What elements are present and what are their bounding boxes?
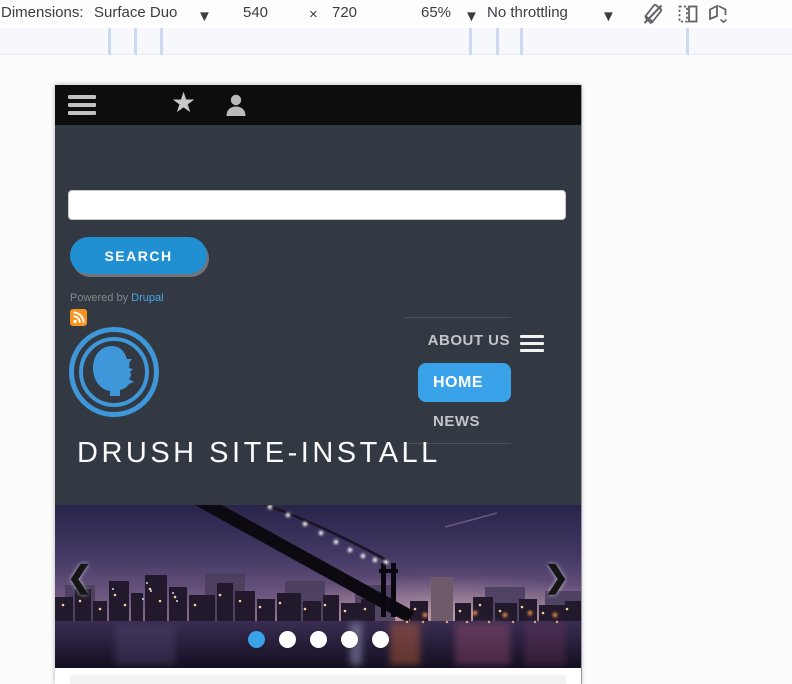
viewport-height-field[interactable]: 720 (332, 4, 357, 21)
content-block (70, 675, 566, 684)
image-carousel: ❮ ❯ (55, 505, 581, 668)
media-query-mark (160, 28, 163, 55)
nav-item-label: ABOUT US (427, 332, 510, 349)
search-button[interactable]: SEARCH (70, 237, 207, 274)
dimensions-label: Dimensions: (1, 4, 84, 21)
admin-menu-icon[interactable] (68, 95, 96, 115)
page-content-below (55, 668, 581, 684)
nav-item-label: NEWS (433, 413, 480, 430)
carousel-dot-1[interactable] (247, 631, 265, 648)
powered-by-prefix: Powered by (70, 292, 132, 304)
user-account-icon[interactable] (223, 92, 249, 118)
carousel-prev-button[interactable]: ❮ (67, 563, 92, 593)
media-query-mark (134, 28, 137, 55)
media-query-mark (496, 28, 499, 55)
nav-item-label: HOME (433, 374, 483, 391)
carousel-dot-3[interactable] (309, 631, 327, 648)
dual-screen-icon[interactable] (676, 2, 700, 26)
rotate-disabled-icon[interactable] (641, 2, 665, 26)
viewport-width-field[interactable]: 540 (243, 4, 268, 21)
dimensions-multiply-icon: × (309, 6, 318, 23)
device-toolbar: Dimensions: Surface Duo ▼ 540 × 720 65% … (0, 0, 792, 28)
media-query-mark (520, 28, 523, 55)
carousel-next-button[interactable]: ❯ (544, 563, 569, 593)
carousel-dot-4[interactable] (340, 631, 358, 648)
media-query-mark (686, 28, 689, 55)
zoom-select[interactable]: 65% (421, 4, 451, 21)
drupal-admin-toolbar: ★ (55, 85, 581, 125)
nav-menu-icon[interactable] (520, 335, 544, 352)
shortcuts-star-icon[interactable]: ★ (171, 86, 196, 119)
throttling-select[interactable]: No throttling (487, 4, 568, 21)
carousel-dot-5[interactable] (371, 631, 389, 648)
device-select-caret-icon[interactable]: ▼ (197, 8, 212, 25)
site-logo[interactable] (68, 326, 160, 418)
media-query-mark (469, 28, 472, 55)
rss-feed-icon[interactable] (70, 309, 87, 326)
powered-by-text: Powered by Drupal (70, 292, 164, 304)
emulated-device-viewport: ★ SEARCH Powered by Drupal ABOUT US HOME… (55, 85, 581, 684)
nav-item-about-us[interactable]: ABOUT US (355, 332, 510, 349)
drupal-link[interactable]: Drupal (131, 292, 163, 304)
throttling-caret-icon[interactable]: ▼ (601, 8, 616, 25)
carousel-dot-2[interactable] (278, 631, 296, 648)
nav-item-home[interactable]: HOME (418, 363, 511, 402)
search-input[interactable] (68, 190, 566, 220)
carousel-dots (55, 631, 581, 653)
media-query-mark (108, 28, 111, 55)
site-title[interactable]: DRUSH SITE-INSTALL (77, 437, 441, 470)
device-posture-icon[interactable] (706, 2, 730, 26)
media-query-bar (0, 28, 792, 55)
devtools-emulation-view: Dimensions: Surface Duo ▼ 540 × 720 65% … (0, 0, 792, 684)
nav-divider (405, 317, 511, 318)
nav-item-news[interactable]: NEWS (433, 413, 480, 430)
device-select[interactable]: Surface Duo (94, 4, 177, 21)
zoom-select-caret-icon[interactable]: ▼ (464, 8, 479, 25)
